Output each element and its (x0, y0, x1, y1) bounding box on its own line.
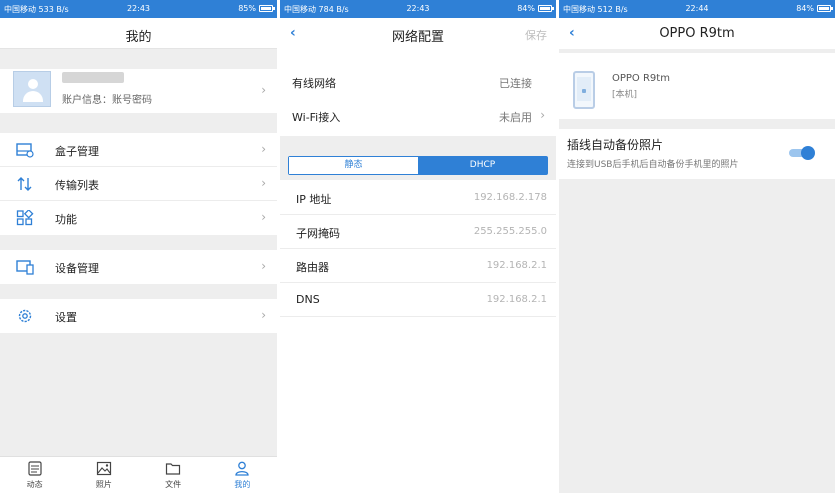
my-screen: 中国移动 533 B/s 22:43 85% 我的 账户信息：账号密码 › 盒子… (0, 0, 277, 493)
battery-icon (538, 5, 554, 12)
status-time: 22:44 (685, 4, 709, 13)
menu-item-device-management[interactable]: 设备管理 › (0, 250, 277, 284)
tab-label: 照片 (95, 480, 112, 489)
battery-level (819, 7, 830, 10)
menu-item-features[interactable]: 功能 › (0, 201, 277, 235)
status-bar: 中国移动 512 B/s 22:44 84% (559, 0, 835, 18)
nav-bar: 我的 (0, 18, 277, 49)
profile-card[interactable]: 账户信息：账号密码 › (0, 69, 277, 113)
chevron-right-icon: › (261, 142, 266, 156)
phone-icon (573, 71, 595, 109)
segment-dhcp[interactable]: DHCP (418, 157, 547, 174)
status-bar: 中国移动 784 B/s 22:43 84% (280, 0, 556, 18)
save-button[interactable]: 保存 (525, 27, 547, 43)
page-title: 我的 (125, 30, 152, 45)
username-redacted (62, 72, 124, 83)
tab-label: 文件 (165, 480, 182, 489)
row-value: 已连接 (499, 77, 532, 90)
status-time: 22:43 (126, 4, 151, 13)
tab-mine[interactable]: 我的 (208, 457, 277, 493)
device-name: OPPO R9tm (612, 73, 670, 84)
menu-item-label: 盒子管理 (55, 145, 99, 158)
tab-dynamic[interactable]: 动态 (0, 457, 69, 493)
chevron-right-icon: › (540, 108, 545, 122)
tab-photos[interactable]: 照片 (69, 457, 138, 493)
account-info: 账户信息：账号密码 (62, 95, 152, 106)
battery-icon (817, 5, 833, 12)
wifi-access-row[interactable]: Wi-Fi接入 未启用 › (280, 99, 556, 133)
menu-group-2: 设备管理 › (0, 250, 277, 284)
menu-item-label: 传输列表 (55, 179, 99, 192)
menu-item-box-management[interactable]: 盒子管理 › (0, 133, 277, 167)
row-value: 192.168.2.1 (486, 294, 547, 305)
chevron-right-icon: › (261, 210, 266, 224)
device-tag: [本机] (612, 90, 638, 100)
status-battery-text: 84% (517, 4, 535, 13)
photo-icon (96, 461, 111, 476)
chevron-right-icon: › (261, 176, 266, 190)
backup-title: 插线自动备份照片 (567, 138, 664, 152)
row-label: Wi-Fi接入 (292, 111, 341, 124)
status-bar: 中国移动 533 B/s 22:43 85% (0, 0, 277, 18)
ip-address-row: IP 地址 192.168.2.178 (280, 181, 556, 215)
ip-mode-segmented-control: 静态 DHCP (288, 156, 548, 175)
chevron-right-icon: › (261, 259, 266, 273)
tab-files[interactable]: 文件 (139, 457, 208, 493)
user-icon (235, 461, 250, 476)
row-label: 子网掩码 (296, 227, 340, 240)
auto-backup-row: 插线自动备份照片 连接到USB后手机后自动备份手机里的照片 (559, 129, 835, 179)
grid-icon (16, 210, 34, 226)
avatar (13, 71, 51, 107)
gear-icon (18, 309, 32, 323)
status-battery-text: 85% (238, 4, 256, 13)
row-value: 192.168.2.1 (486, 260, 547, 271)
wired-network-row[interactable]: 有线网络 已连接 (280, 65, 556, 99)
nav-bar: ‹ 网络配置 保存 (280, 18, 556, 49)
menu-item-settings[interactable]: 设置 › (0, 299, 277, 333)
row-value: 255.255.255.0 (473, 226, 547, 237)
page-title: 网络配置 (391, 30, 444, 45)
chevron-right-icon: › (261, 308, 266, 322)
device-info-row: OPPO R9tm [本机] (559, 53, 835, 119)
menu-item-label: 功能 (55, 213, 77, 226)
nav-bar: ‹ OPPO R9tm (559, 18, 835, 49)
device-screen: 中国移动 512 B/s 22:44 84% ‹ OPPO R9tm OPPO … (559, 0, 835, 493)
row-label: IP 地址 (296, 193, 332, 206)
network-config-screen: 中国移动 784 B/s 22:43 84% ‹ 网络配置 保存 有线网络 已连… (280, 0, 556, 493)
dns-row: DNS 192.168.2.1 (280, 283, 556, 317)
tab-label: 动态 (26, 480, 43, 489)
chevron-right-icon: › (261, 83, 266, 97)
devices-icon (16, 260, 34, 275)
menu-group-1: 盒子管理 › 传输列表 › 功能 › (0, 133, 277, 235)
battery-level (261, 7, 272, 10)
row-label: DNS (296, 293, 320, 306)
row-value: 192.168.2.178 (473, 192, 547, 203)
tab-label: 我的 (234, 480, 251, 489)
row-label: 有线网络 (292, 77, 336, 90)
menu-item-label: 设备管理 (55, 262, 99, 275)
transfer-icon (17, 177, 32, 191)
menu-group-3: 设置 › (0, 299, 277, 333)
status-battery-text: 84% (796, 4, 814, 13)
bottom-tab-bar: 动态 照片 文件 我的 (0, 456, 277, 493)
row-value: 未启用 (499, 111, 532, 124)
status-time: 22:43 (406, 4, 430, 13)
dynamic-icon (28, 461, 42, 476)
page-title: OPPO R9tm (659, 26, 735, 41)
menu-item-label: 设置 (55, 311, 77, 324)
segment-static[interactable]: 静态 (289, 157, 418, 174)
android-icon (582, 89, 586, 93)
folder-icon (166, 463, 181, 475)
auto-backup-toggle[interactable] (789, 146, 815, 160)
backup-description: 连接到USB后手机后自动备份手机里的照片 (567, 160, 739, 170)
battery-icon (259, 5, 275, 12)
menu-item-transfer-list[interactable]: 传输列表 › (0, 167, 277, 201)
battery-level (540, 7, 551, 10)
router-row: 路由器 192.168.2.1 (280, 249, 556, 283)
subnet-mask-row: 子网掩码 255.255.255.0 (280, 215, 556, 249)
box-icon (16, 143, 34, 158)
row-label: 路由器 (296, 261, 329, 274)
